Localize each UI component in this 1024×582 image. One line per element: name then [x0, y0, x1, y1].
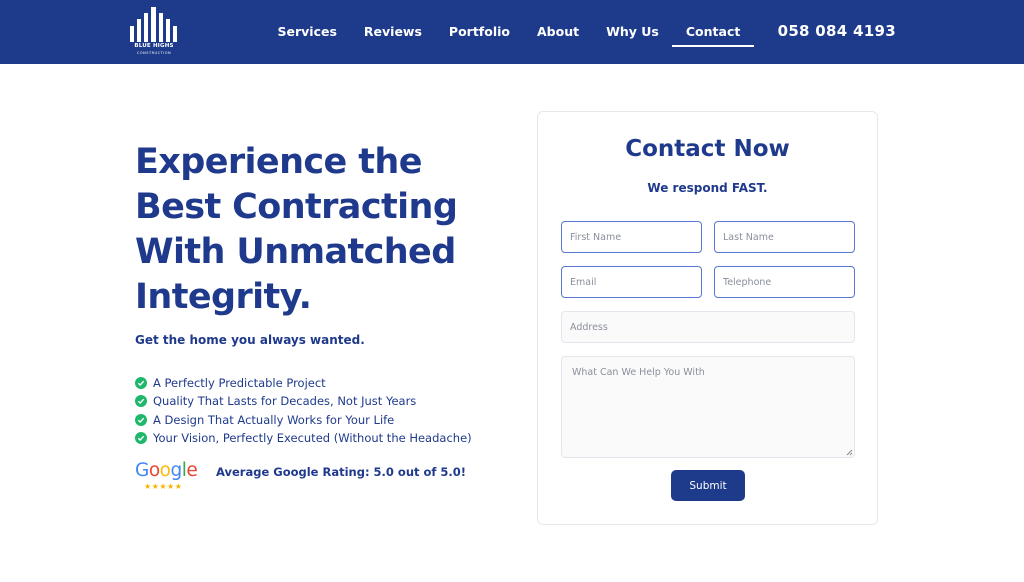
benefits-list: A Perfectly Predictable Project Quality … [135, 374, 472, 447]
email-input[interactable] [561, 266, 702, 298]
nav-portfolio[interactable]: Portfolio [435, 0, 523, 64]
message-textarea[interactable] [561, 356, 855, 458]
nav-about[interactable]: About [524, 0, 593, 64]
benefit-text: Quality That Lasts for Decades, Not Just… [153, 394, 417, 409]
check-circle-icon [135, 395, 147, 408]
check-circle-icon [135, 413, 147, 426]
list-item: A Design That Actually Works for Your Li… [135, 411, 472, 429]
brand-logo[interactable]: BLUE HIGHS CONSTRUCTION [126, 6, 182, 58]
hero-subtitle: Get the home you always wanted. [135, 333, 365, 347]
list-item: Quality That Lasts for Decades, Not Just… [135, 392, 472, 410]
five-stars-icon: ★★★★★ [144, 482, 183, 491]
hero-title: Experience the Best Contracting With Unm… [135, 142, 458, 317]
nav-why-us[interactable]: Why Us [593, 0, 673, 64]
telephone-input[interactable] [714, 266, 855, 298]
list-item: Your Vision, Perfectly Executed (Without… [135, 429, 472, 447]
address-input[interactable] [561, 311, 855, 343]
last-name-input[interactable] [714, 221, 855, 253]
benefit-text: Your Vision, Perfectly Executed (Without… [153, 431, 472, 446]
site-header: BLUE HIGHS CONSTRUCTION Services Reviews… [0, 0, 1024, 64]
first-name-input[interactable] [561, 221, 702, 253]
nav-services[interactable]: Services [264, 0, 350, 64]
google-rating: Google ★★★★★ Average Google Rating: 5.0 … [135, 461, 466, 493]
form-subtitle: We respond FAST. [647, 181, 768, 195]
submit-button[interactable]: Submit [671, 470, 745, 501]
nav-contact[interactable]: Contact [672, 0, 755, 64]
check-circle-icon [135, 377, 147, 390]
brand-tagline: CONSTRUCTION [136, 51, 172, 55]
phone-link[interactable]: 058 084 4193 [778, 22, 896, 40]
check-circle-icon [135, 432, 147, 445]
building-bars-icon [130, 7, 177, 42]
nav-reviews[interactable]: Reviews [350, 0, 435, 64]
benefit-text: A Perfectly Predictable Project [153, 376, 326, 391]
brand-name: BLUE HIGHS [134, 43, 174, 49]
rating-text: Average Google Rating: 5.0 out of 5.0! [216, 465, 467, 479]
list-item: A Perfectly Predictable Project [135, 374, 472, 392]
form-title: Contact Now [625, 136, 790, 162]
benefit-text: A Design That Actually Works for Your Li… [153, 412, 395, 427]
contact-form-card: Contact Now We respond FAST. Submit [537, 111, 878, 525]
google-logo-icon: Google ★★★★★ [135, 460, 198, 492]
resize-handle-icon[interactable] [845, 448, 853, 456]
main-nav: Services Reviews Portfolio About Why Us … [264, 0, 755, 64]
